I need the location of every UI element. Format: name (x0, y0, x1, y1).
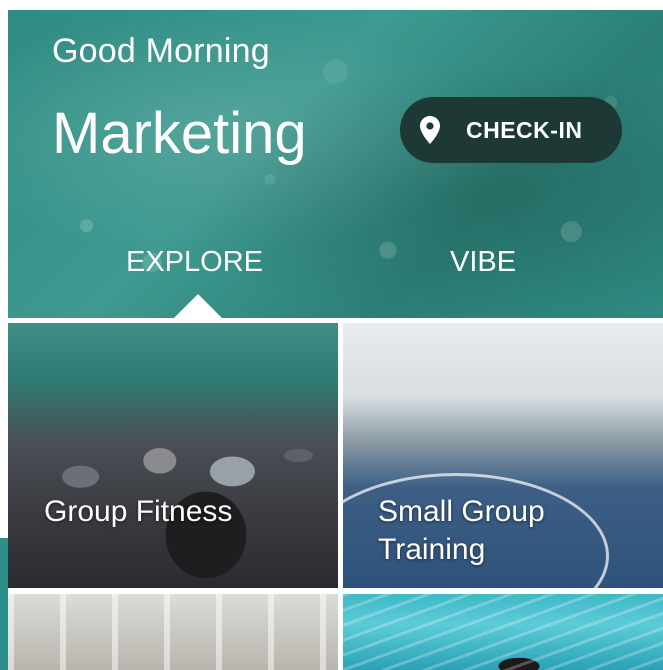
side-accent-bar (0, 538, 8, 670)
tile-label: Small Group Training (378, 493, 545, 569)
tile-aquatics[interactable] (343, 594, 663, 670)
group-fitness-photo (8, 323, 338, 588)
tile-gym-facility[interactable] (8, 594, 338, 670)
tab-explore[interactable]: EXPLORE (126, 246, 263, 279)
swimming-pool-photo (343, 594, 663, 670)
check-in-button[interactable]: CHECK-IN (400, 97, 622, 163)
tile-label-line-1: Small Group (378, 495, 545, 528)
selected-tab-indicator (174, 294, 222, 318)
tile-label-line-2: Training (378, 533, 486, 566)
tab-vibe[interactable]: VIBE (450, 246, 516, 279)
location-pin-icon (420, 116, 440, 144)
greeting-text: Good Morning (52, 32, 270, 70)
hero-header: Good Morning Marketing CHECK-IN EXPLORE … (8, 10, 663, 318)
tile-group-fitness[interactable]: Group Fitness (8, 323, 338, 588)
gym-facility-photo (8, 594, 338, 670)
user-name: Marketing (52, 101, 307, 166)
check-in-label: CHECK-IN (466, 117, 583, 143)
tile-small-group-training[interactable]: Small Group Training (343, 323, 663, 588)
tile-label: Group Fitness (44, 495, 233, 528)
